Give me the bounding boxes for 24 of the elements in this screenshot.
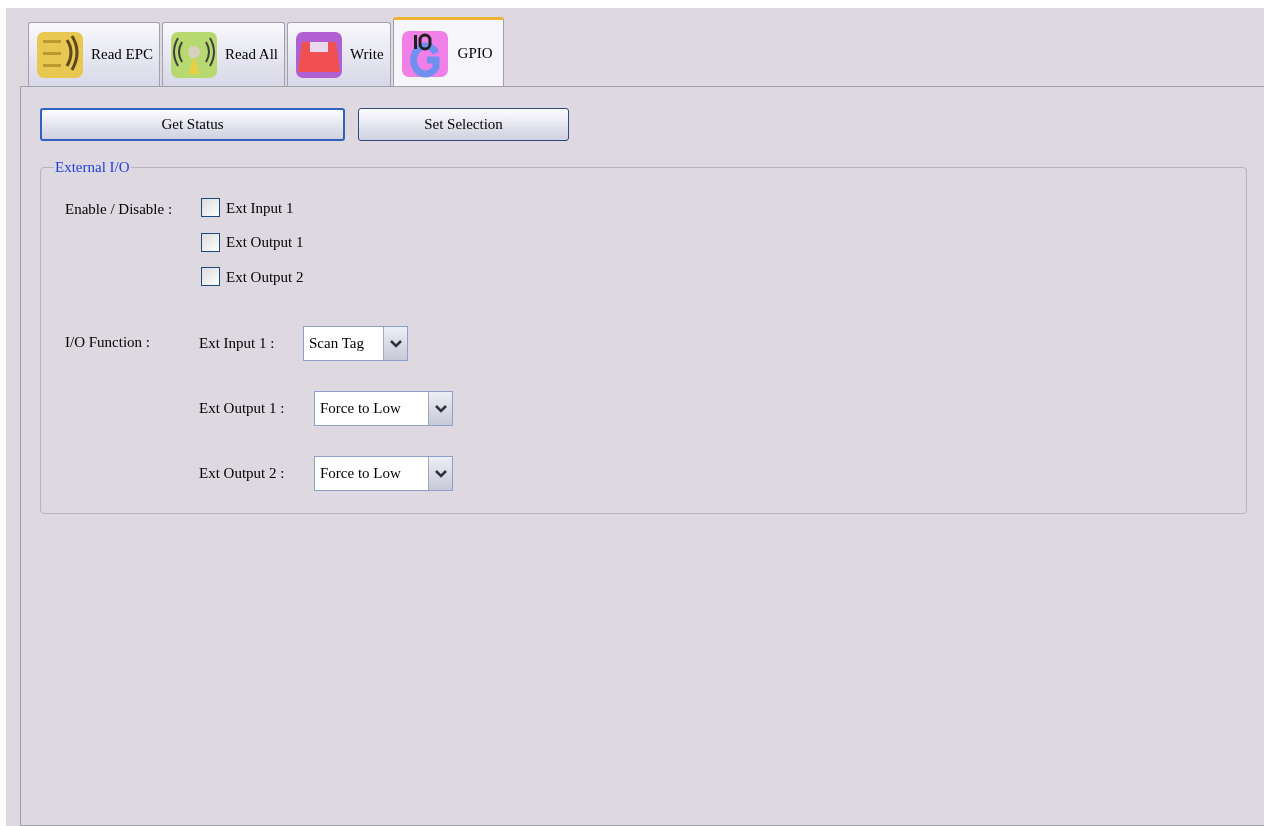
function-label: I/O Function : bbox=[65, 333, 151, 352]
checkbox[interactable] bbox=[201, 198, 220, 218]
enable-label: Enable / Disable : bbox=[65, 199, 174, 219]
dropdown[interactable]: Scan Tag bbox=[303, 326, 408, 361]
binary-signal-icon bbox=[35, 29, 85, 80]
antenna-icon bbox=[169, 29, 220, 80]
group-title: External I/O bbox=[54, 158, 131, 177]
checkbox-label: Ext Input 1 bbox=[226, 198, 294, 218]
checkbox-label: Ext Output 2 bbox=[226, 267, 304, 287]
gpio-icon bbox=[399, 28, 450, 79]
checkbox[interactable] bbox=[201, 232, 220, 252]
dropdown[interactable]: Force to Low bbox=[314, 456, 453, 491]
tab[interactable]: Read EPC bbox=[28, 22, 161, 86]
tab[interactable]: Write bbox=[287, 22, 391, 86]
function-label: Ext Input 1 : bbox=[199, 334, 276, 354]
dropdown[interactable]: Force to Low bbox=[314, 391, 453, 426]
checkbox[interactable] bbox=[201, 267, 220, 287]
action-button[interactable]: Get Status bbox=[40, 108, 345, 141]
tab[interactable]: GPIO bbox=[392, 17, 504, 87]
function-label: Ext Output 1 : bbox=[199, 399, 286, 419]
tab[interactable]: Read All bbox=[162, 22, 285, 86]
checkbox-label: Ext Output 1 bbox=[226, 233, 304, 252]
function-label: Ext Output 2 : bbox=[199, 464, 286, 484]
action-button[interactable]: Set Selection bbox=[358, 108, 569, 141]
